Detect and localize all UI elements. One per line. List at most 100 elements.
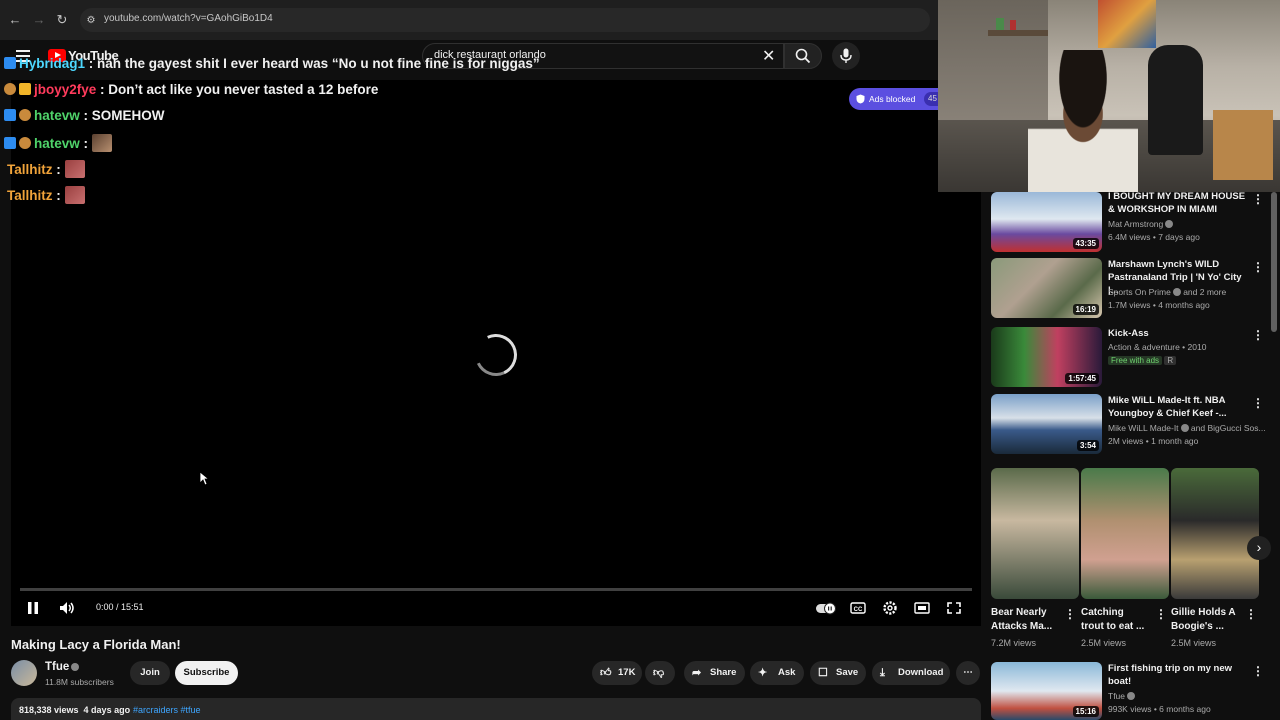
- mic-icon: [840, 48, 852, 63]
- short-thumbnail[interactable]: [1171, 468, 1259, 599]
- share-label: Share: [710, 667, 737, 678]
- rec-channel[interactable]: Tfue: [1108, 691, 1136, 701]
- search-button[interactable]: [784, 43, 822, 69]
- more-icon[interactable]: ⋮: [1252, 193, 1264, 205]
- chat-emote: [64, 160, 85, 178]
- chat-message: Tallhitz :: [7, 160, 85, 178]
- duration-badge: 1:57:45: [1065, 373, 1099, 384]
- ask-label: Ask: [778, 667, 796, 678]
- rec-channel-text[interactable]: Tfue: [1108, 691, 1125, 701]
- rec-channel[interactable]: Mike WiLL Made-It and BigGucci Sos...: [1108, 423, 1266, 433]
- rec-badges: Free with ads R: [1108, 355, 1177, 365]
- like-button[interactable]: 👍︎ 17K: [592, 661, 642, 685]
- subscriber-count: 11.8M subscribers: [45, 677, 114, 687]
- chat-message: Tallhitz :: [7, 186, 85, 204]
- more-icon[interactable]: ⋮: [1245, 608, 1257, 620]
- progress-bar[interactable]: [20, 588, 972, 591]
- autoplay-toggle[interactable]: [815, 600, 837, 616]
- rec-channel-text[interactable]: Mat Armstrong: [1108, 219, 1163, 229]
- chat-text: : nah the gayest shit I ever heard was “…: [88, 56, 540, 71]
- dislike-button[interactable]: 👎︎: [645, 661, 675, 685]
- avatar[interactable]: [11, 660, 37, 686]
- back-icon[interactable]: ←: [7, 12, 23, 28]
- reload-icon[interactable]: ↻: [54, 12, 70, 28]
- save-button[interactable]: ☐ Save: [810, 661, 866, 685]
- download-button[interactable]: ⤓ Download: [872, 661, 950, 685]
- scrollbar[interactable]: [1271, 192, 1277, 332]
- short-thumbnail[interactable]: [1081, 468, 1169, 599]
- rating-badge: R: [1164, 356, 1177, 365]
- rec-title[interactable]: First fishing trip on my new boat!: [1108, 662, 1246, 688]
- theater-icon[interactable]: [913, 600, 931, 616]
- subscribe-button[interactable]: Subscribe: [175, 661, 238, 685]
- more-icon[interactable]: ⋮: [1064, 608, 1076, 620]
- next-arrow-icon[interactable]: ›: [1247, 536, 1271, 560]
- more-icon[interactable]: ⋮: [1252, 397, 1264, 409]
- search-icon: [795, 48, 811, 64]
- short-title[interactable]: Gillie Holds A Boogie's ...: [1171, 606, 1239, 634]
- download-icon: ⤓: [880, 667, 885, 679]
- duration-badge: 43:35: [1072, 238, 1099, 249]
- rec-title[interactable]: I BOUGHT MY DREAM HOUSE & WORKSHOP IN MI…: [1108, 190, 1246, 216]
- time-display: 0:00 / 15:51: [96, 602, 144, 612]
- rec-title[interactable]: Mike WiLL Made-It ft. NBA Youngboy & Chi…: [1108, 394, 1246, 420]
- more-icon[interactable]: ⋮: [1252, 665, 1264, 677]
- hashtags[interactable]: #arcraiders #tfue: [133, 705, 201, 715]
- clear-icon[interactable]: ✕: [762, 46, 775, 66]
- thumbnail[interactable]: 15:16: [991, 662, 1102, 720]
- pause-icon[interactable]: [24, 600, 42, 616]
- short-title[interactable]: Catching trout to eat ...: [1081, 606, 1149, 634]
- chat-username: hatevw: [34, 108, 80, 123]
- chat-message: hatevw :: [4, 134, 112, 152]
- site-info-icon[interactable]: ⚙: [83, 13, 99, 29]
- chat-message: Hybridag1 : nah the gayest shit I ever h…: [4, 56, 540, 71]
- join-button[interactable]: Join: [130, 661, 170, 685]
- rec-channel[interactable]: Sports On Prime and 2 more: [1108, 287, 1226, 297]
- forward-icon[interactable]: →: [31, 12, 47, 28]
- video-title: Making Lacy a Florida Man!: [11, 637, 181, 652]
- chat-badge-icon: [4, 57, 16, 69]
- rec-channel-text[interactable]: Mike WiLL Made-It: [1108, 423, 1179, 433]
- thumbnail[interactable]: 3:54: [991, 394, 1102, 454]
- svg-text:CC: CC: [854, 607, 863, 613]
- thumbnail[interactable]: 16:19: [991, 258, 1102, 318]
- more-icon: ⋯: [963, 667, 973, 678]
- dislike-icon: 👎︎: [653, 667, 665, 679]
- rec-title[interactable]: Kick-Ass: [1108, 327, 1246, 340]
- chat-username: jboyy2fye: [34, 82, 97, 97]
- chat-badge-icon: [19, 83, 31, 95]
- verified-icon: [1180, 424, 1189, 432]
- short-views: 2.5M views: [1171, 638, 1217, 648]
- download-label: Download: [898, 667, 944, 678]
- channel-name[interactable]: Tfue: [45, 661, 80, 673]
- captions-icon[interactable]: CC: [849, 600, 867, 616]
- more-icon[interactable]: ⋮: [1155, 608, 1167, 620]
- short-thumbnail[interactable]: [991, 468, 1079, 599]
- chat-text: : SOMEHOW: [83, 108, 165, 123]
- voice-search-button[interactable]: [832, 42, 860, 70]
- settings-icon[interactable]: [881, 600, 899, 616]
- more-icon[interactable]: ⋮: [1252, 329, 1264, 341]
- chat-emote: [91, 134, 112, 152]
- more-icon[interactable]: ⋮: [1252, 261, 1264, 273]
- rec-channel[interactable]: Mat Armstrong: [1108, 219, 1174, 229]
- verified-icon: [1165, 220, 1174, 228]
- volume-icon[interactable]: [58, 600, 76, 616]
- more-button[interactable]: ⋯: [956, 661, 980, 685]
- fullscreen-icon[interactable]: [945, 600, 963, 616]
- share-icon: ➦: [692, 667, 702, 679]
- thumbnail[interactable]: 43:35: [991, 192, 1102, 252]
- chat-emote: [64, 186, 85, 204]
- shield-icon: [856, 94, 865, 104]
- ask-button[interactable]: ✦ Ask: [750, 661, 804, 685]
- rec-channel: Action & adventure • 2010: [1108, 342, 1207, 352]
- short-title[interactable]: Bear Nearly Attacks Ma...: [991, 606, 1059, 634]
- thumbnail[interactable]: 1:57:45: [991, 327, 1102, 387]
- chat-message: jboyy2fye : Don’t act like you never tas…: [4, 82, 378, 97]
- webcam-overlay: [938, 0, 1280, 192]
- views-and-date: 818,338 views 4 days ago: [19, 705, 131, 715]
- channel-name-text[interactable]: Tfue: [45, 661, 69, 673]
- share-button[interactable]: ➦ Share: [684, 661, 745, 685]
- rec-channel-text[interactable]: Sports On Prime: [1108, 287, 1171, 297]
- rec-channel-extra: and BigGucci Sos...: [1190, 423, 1266, 433]
